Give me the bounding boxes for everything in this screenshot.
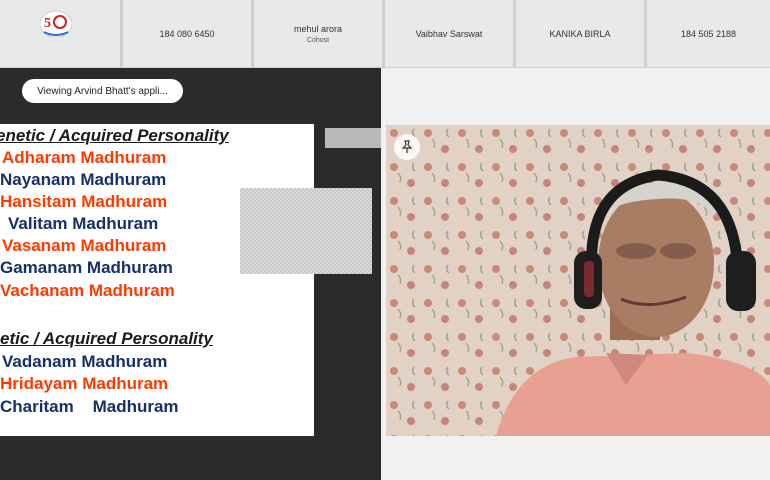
- slide-line: Valitam Madhuram: [8, 214, 159, 233]
- participant-tile[interactable]: KANIKA BIRLA: [516, 0, 644, 67]
- slide-line: Charitam Madhuram: [0, 397, 179, 416]
- participant-name: KANIKA BIRLA: [549, 28, 611, 39]
- video-frame: [386, 125, 770, 436]
- slide-line: Adharam Madhuram: [2, 148, 167, 167]
- slide-line: Nayanam Madhuram: [0, 170, 167, 189]
- shared-screen-bottom: [0, 436, 381, 480]
- participant-name: 184 505 2188: [680, 28, 737, 39]
- viewing-status-pill[interactable]: Viewing Arvind Bhatt's appli...: [22, 79, 183, 103]
- slide-heading: etic / Acquired Personality: [0, 329, 213, 348]
- participant-tile[interactable]: mehul arora Cohost: [254, 0, 382, 67]
- participant-tile[interactable]: 184 505 2188: [647, 0, 770, 67]
- slide-line: Hridayam Madhuram: [0, 374, 169, 393]
- slide-line: Vasanam Madhuram: [2, 236, 167, 255]
- slide-heading: enetic / Acquired Personality: [0, 126, 229, 145]
- participant-name: mehul arora: [293, 23, 343, 34]
- logo-tile: 5: [0, 0, 120, 67]
- pin-icon: [401, 140, 413, 153]
- participant-role: Cohost: [306, 36, 330, 44]
- participant-name: Vaibhav Sarswat: [415, 28, 483, 39]
- slide-line: Hansitam Madhuram: [0, 192, 168, 211]
- conference-logo-icon: 5: [39, 10, 73, 38]
- participant-tile[interactable]: 184 080 6450: [123, 0, 251, 67]
- svg-text:5: 5: [44, 16, 51, 31]
- participant-video[interactable]: [386, 125, 770, 436]
- redacted-region: [325, 128, 381, 148]
- slide-line: Vachanam Madhuram: [0, 281, 175, 300]
- redacted-region: [240, 188, 372, 274]
- presentation-slide: enetic / Acquired Personality Adharam Ma…: [0, 124, 314, 436]
- pin-button[interactable]: [394, 134, 420, 160]
- participant-name: 184 080 6450: [159, 28, 215, 39]
- viewing-label: Viewing Arvind Bhatt's appli...: [37, 85, 168, 97]
- slide-line: Vadanam Madhuram: [2, 352, 168, 371]
- slide-line: Gamanam Madhuram: [0, 258, 173, 277]
- participant-tile[interactable]: Vaibhav Sarswat: [385, 0, 513, 67]
- participant-strip: 5 184 080 6450 mehul arora Cohost Vaibha…: [0, 0, 770, 68]
